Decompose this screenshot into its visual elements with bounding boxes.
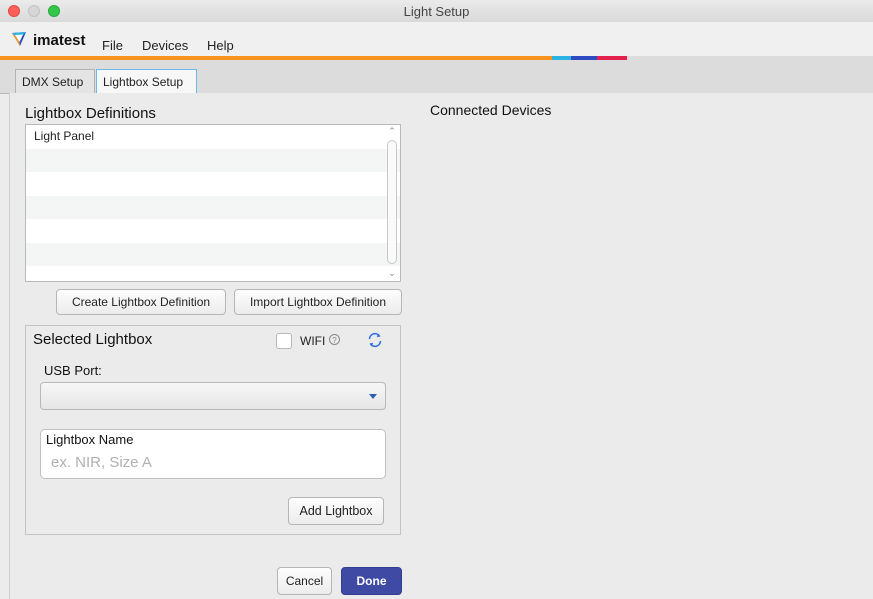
brand-name: imatest — [33, 32, 86, 49]
connected-devices-title: Connected Devices — [430, 102, 552, 118]
wifi-checkbox[interactable] — [276, 333, 292, 349]
title-bar: Light Setup — [0, 0, 873, 23]
cancel-button[interactable]: Cancel — [277, 567, 332, 595]
done-button[interactable]: Done — [341, 567, 402, 595]
list-item-empty — [26, 266, 400, 281]
definitions-list[interactable]: Light Panel ⌃ ⌄ — [25, 124, 401, 282]
chevron-down-icon — [369, 394, 377, 399]
scroll-down-icon[interactable]: ⌄ — [386, 268, 398, 279]
imatest-logo-icon — [12, 32, 26, 46]
refresh-icon[interactable] — [366, 331, 384, 349]
brand-accent-bar — [0, 56, 873, 64]
wifi-label: WIFI — [300, 334, 326, 348]
create-lightbox-definition-button[interactable]: Create Lightbox Definition — [56, 289, 226, 315]
import-lightbox-definition-button[interactable]: Import Lightbox Definition — [234, 289, 402, 315]
tab-strip: DMX Setup Lightbox Setup — [0, 64, 873, 94]
usb-port-label: USB Port: — [44, 363, 102, 378]
scroll-up-icon[interactable]: ⌃ — [386, 126, 398, 137]
usb-port-select[interactable] — [40, 382, 386, 410]
lightbox-name-label: Lightbox Name — [46, 432, 134, 447]
scrollbar-thumb[interactable] — [387, 140, 397, 264]
lightbox-name-input[interactable] — [51, 452, 371, 472]
lightbox-name-field[interactable]: Lightbox Name — [40, 429, 386, 479]
selected-lightbox-title: Selected Lightbox — [33, 331, 153, 348]
menu-bar: imatest File Devices Help — [0, 22, 873, 56]
menu-file[interactable]: File — [102, 38, 123, 53]
list-item-empty — [26, 195, 400, 219]
list-item-empty — [26, 148, 400, 172]
add-lightbox-button[interactable]: Add Lightbox — [288, 497, 384, 525]
definitions-scrollbar[interactable]: ⌃ ⌄ — [386, 126, 398, 279]
list-item-empty — [26, 242, 400, 266]
connected-devices-panel: Connected Devices — [420, 93, 873, 599]
help-icon[interactable]: ? — [329, 334, 340, 345]
accent-stripe-orange — [0, 56, 552, 60]
accent-stripe-multicolor — [552, 56, 627, 60]
list-item-empty — [26, 219, 400, 243]
menu-help[interactable]: Help — [207, 38, 234, 53]
list-item-empty — [26, 172, 400, 196]
selected-lightbox-group: Selected Lightbox WIFI ? USB Port: Light… — [25, 325, 401, 535]
list-item[interactable]: Light Panel — [26, 125, 400, 149]
window-title: Light Setup — [403, 4, 470, 19]
tab-dmx-setup[interactable]: DMX Setup — [15, 69, 95, 93]
lightbox-setup-panel: Lightbox Definitions Light Panel ⌃ ⌄ Cre… — [9, 93, 421, 599]
menu-devices[interactable]: Devices — [142, 38, 188, 53]
definitions-title: Lightbox Definitions — [25, 105, 156, 122]
tab-lightbox-setup[interactable]: Lightbox Setup — [96, 69, 197, 94]
